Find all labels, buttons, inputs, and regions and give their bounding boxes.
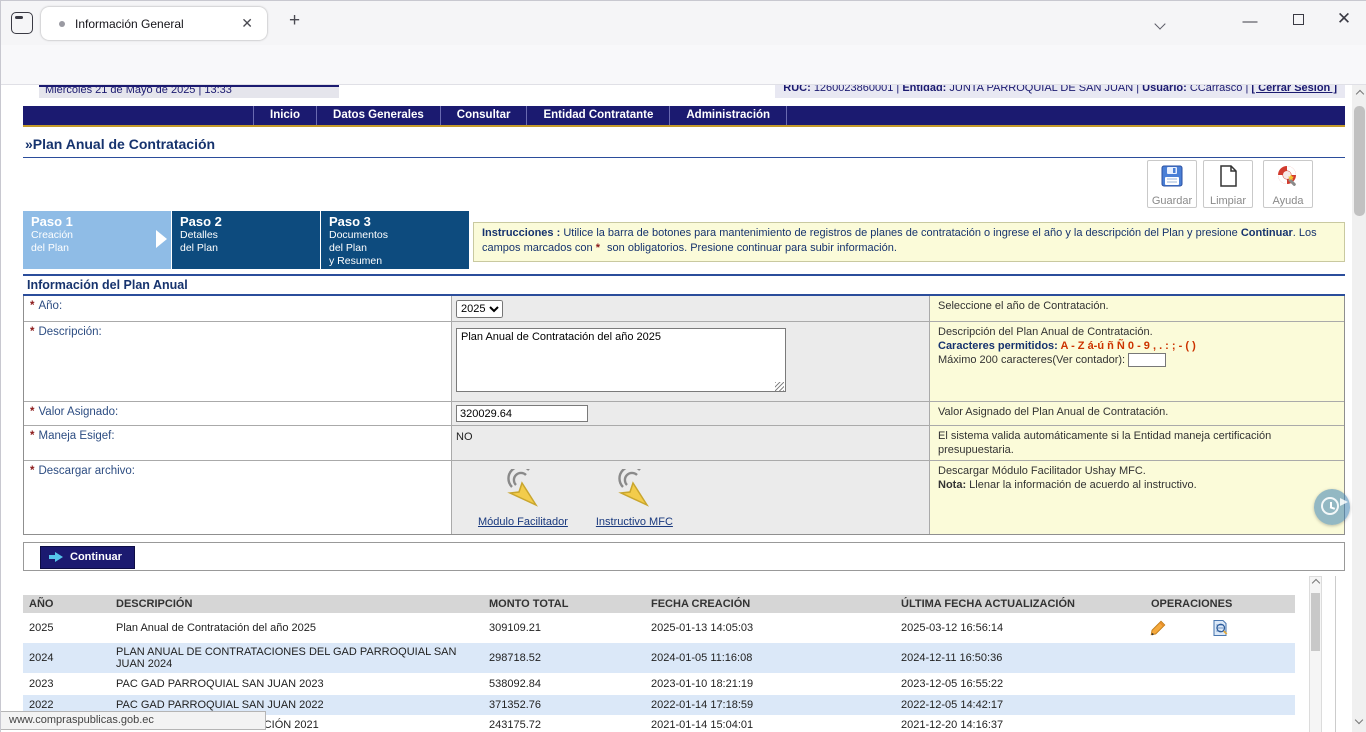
browser-tab[interactable]: Información General ✕	[41, 7, 267, 40]
step-3-documentos[interactable]: Paso 3 Documentos del Plan y Resumen	[321, 211, 469, 269]
anio-select[interactable]: 2025	[456, 300, 503, 318]
esigef-help: El sistema valida automáticamente si la …	[929, 426, 1344, 460]
click-cursor-icon	[609, 469, 659, 513]
continuar-button[interactable]: Continuar	[40, 546, 135, 569]
menu-item-datos-generales[interactable]: Datos Generales	[317, 106, 441, 125]
menu-item-consultar[interactable]: Consultar	[441, 106, 528, 125]
new-tab-button[interactable]: +	[281, 10, 308, 32]
valor-help: Valor Asignado del Plan Anual de Contrat…	[929, 402, 1344, 425]
char-counter-input[interactable]	[1128, 353, 1166, 367]
logout-link[interactable]: [ Cerrar Sesión ]	[1251, 85, 1337, 94]
resize-grip-icon[interactable]	[775, 382, 784, 391]
favicon-dot-icon	[59, 21, 65, 27]
gold-divider	[23, 125, 1345, 127]
anio-help: Seleccione el año de Contratación.	[929, 296, 1344, 321]
clock-icon	[1321, 497, 1339, 515]
datetime-bar: Miércoles 21 de Mayo de 2025 | 13:33	[39, 85, 339, 98]
descripcion-textarea[interactable]: Plan Anual de Contratación del año 2025	[456, 328, 786, 392]
instructivo-mfc-download[interactable]: Instructivo MFC	[596, 469, 673, 528]
menu-item-entidad-contratante[interactable]: Entidad Contratante	[527, 106, 670, 125]
page-scrollbar[interactable]	[1352, 85, 1366, 732]
scroll-up-icon[interactable]	[1311, 579, 1319, 587]
step-arrow-icon	[156, 230, 167, 248]
tab-bar: Información General ✕ + — ✕	[1, 1, 1366, 45]
anio-label: Año:	[38, 300, 62, 312]
status-tooltip: www.compraspublicas.gob.ec	[1, 711, 266, 730]
guardar-button[interactable]: Guardar	[1147, 160, 1197, 208]
scroll-up-icon[interactable]	[1355, 90, 1363, 98]
close-window-button[interactable]: ✕	[1328, 9, 1360, 29]
descargar-label: Descargar archivo:	[38, 465, 135, 477]
descripcion-help: Descripción del Plan Anual de Contrataci…	[929, 322, 1344, 401]
table-right-border	[1335, 576, 1336, 732]
table-scrollbar[interactable]	[1309, 576, 1322, 732]
instructions-box: Instrucciones : Utilice la barra de boto…	[473, 222, 1345, 262]
edit-pencil-icon[interactable]	[1149, 619, 1167, 637]
page-viewport: Miércoles 21 de Mayo de 2025 | 13:33 RUC…	[1, 85, 1352, 732]
page-scrollbar-thumb[interactable]	[1354, 106, 1365, 216]
minimize-button[interactable]: —	[1234, 13, 1266, 30]
descargar-help: Descargar Módulo Facilitador Ushay MFC. …	[929, 461, 1344, 534]
save-floppy-icon	[1160, 164, 1184, 188]
help-lifering-icon	[1276, 164, 1300, 188]
navigation-toolbar: ← → ✕ https://www.compraspublicas.gob.ec…	[1, 45, 1366, 85]
valor-input[interactable]	[456, 405, 588, 422]
esigef-label: Maneja Esigef:	[38, 430, 114, 442]
menu-item-inicio[interactable]: Inicio	[253, 106, 317, 125]
tab-title: Información General	[75, 17, 237, 31]
main-menu: Inicio Datos Generales Consultar Entidad…	[23, 106, 1345, 125]
step-1-creacion[interactable]: Paso 1 Creación del Plan	[23, 211, 171, 269]
continue-strip: Continuar	[23, 542, 1345, 571]
esigef-value: NO	[456, 431, 473, 443]
restore-button[interactable]	[1293, 14, 1304, 25]
ayuda-button[interactable]: Ayuda	[1263, 160, 1313, 208]
firefox-view-icon[interactable]	[11, 12, 33, 34]
modulo-facilitador-download[interactable]: Módulo Facilitador	[478, 469, 568, 528]
blank-page-icon	[1216, 164, 1240, 188]
tab-close-icon[interactable]: ✕	[237, 13, 257, 34]
click-cursor-icon	[498, 469, 548, 513]
list-all-tabs-icon[interactable]	[1156, 15, 1164, 33]
continue-arrow-icon	[49, 552, 63, 562]
session-timer-widget[interactable]	[1314, 489, 1350, 525]
plan-form: *Año: 2025 Seleccione el año de Contrata…	[23, 296, 1345, 535]
table-scrollbar-thumb[interactable]	[1311, 593, 1320, 651]
table-row: 2024PLAN ANUAL DE CONTRATACIONES DEL GAD…	[23, 643, 1295, 673]
valor-label: Valor Asignado:	[38, 406, 118, 418]
session-bar: RUC: 1260023860001 | Entidad: JUNTA PARR…	[775, 85, 1345, 98]
page-title: »Plan Anual de Contratación	[23, 136, 1345, 158]
scroll-down-icon[interactable]	[1355, 716, 1363, 724]
table-row: 2025Plan Anual de Contratación del año 2…	[23, 613, 1295, 643]
menu-item-administracion[interactable]: Administración	[670, 106, 787, 125]
table-row: 2023PAC GAD PARROQUIAL SAN JUAN 20235380…	[23, 673, 1295, 695]
form-section-title: Información del Plan Anual	[23, 274, 1345, 296]
table-header-row: AÑODESCRIPCIÓNMONTO TOTALFECHA CREACIÓNÚ…	[23, 595, 1295, 613]
limpiar-button[interactable]: Limpiar	[1203, 160, 1253, 208]
wing-icon	[1340, 498, 1348, 506]
view-detail-icon[interactable]	[1211, 619, 1229, 637]
step-2-detalles[interactable]: Paso 2 Detalles del Plan	[172, 211, 320, 269]
descripcion-label: Descripción:	[38, 326, 101, 338]
